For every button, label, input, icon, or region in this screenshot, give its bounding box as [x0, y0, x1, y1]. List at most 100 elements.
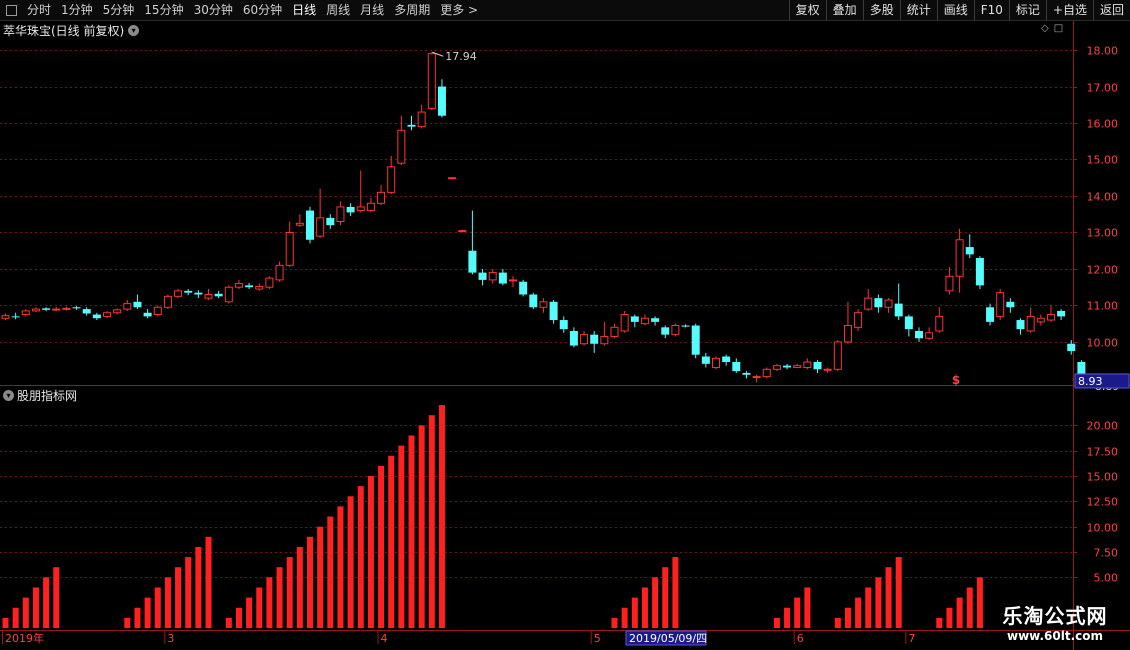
candle-body-up [153, 306, 162, 316]
date-tick-label: 6 [797, 632, 804, 645]
chart-axes: 18.00 17.00 16.00 15.00 14.00 13.00 12.00 11.00… [2, 45, 1130, 646]
indicator-bar [855, 597, 862, 628]
watermark: 乐淘公式网 www.60lt.com [985, 604, 1125, 648]
price-tick-label: 15.00 [1087, 154, 1119, 167]
indicator-bar [966, 587, 973, 628]
candle-body-up [204, 294, 213, 299]
indicator-bar [804, 587, 811, 628]
indicator-bar [32, 587, 39, 628]
candle-body-up [336, 206, 345, 223]
indicator-bar-series [2, 405, 983, 628]
indicator-bar [124, 617, 131, 628]
watermark-title: 乐淘公式网 [1002, 604, 1108, 628]
candle-body-up [580, 334, 589, 345]
indicator-bar [794, 597, 801, 628]
candle-body-up [600, 335, 609, 345]
high-price-label: 17.94 [445, 50, 477, 63]
candle-body-up [1026, 315, 1035, 332]
candle-body-up [174, 290, 183, 297]
indicator-bar [641, 587, 648, 628]
indicator-bar [225, 617, 232, 628]
candle-body-down [82, 309, 91, 314]
candle-body-down [437, 86, 446, 116]
candle-body-up [52, 308, 61, 311]
candle-body-down [549, 301, 558, 321]
candle-body-down [519, 281, 528, 295]
indicator-tick-label: 20.00 [1087, 420, 1119, 433]
indicator-bar [621, 607, 628, 628]
indicator-bar [164, 577, 171, 628]
indicator-bar [388, 455, 395, 628]
candle-body-up [234, 283, 243, 288]
candle-body-up [255, 285, 264, 290]
candle-body-up [488, 272, 497, 281]
indicator-bar [865, 587, 872, 628]
price-tick-label: 16.00 [1087, 118, 1119, 131]
candle-body-down [468, 250, 477, 273]
candle-body-up [397, 129, 406, 164]
indicator-bar [12, 607, 19, 628]
indicator-tick-label: 5.00 [1094, 572, 1119, 585]
indicator-bar [438, 405, 445, 628]
candle-body-up [803, 361, 812, 368]
candle-body-up [843, 325, 852, 343]
candle-body-up [640, 317, 649, 325]
indicator-tick-label: 10.00 [1087, 522, 1119, 535]
signal-mark: $ [952, 373, 960, 387]
candle-body-up [163, 295, 172, 308]
indicator-bar [276, 567, 283, 628]
candle-body-up [123, 303, 132, 310]
date-tick-label: 5 [594, 632, 601, 645]
candlestick-series [1, 52, 1086, 384]
candle-body-up [31, 308, 40, 312]
candle-body-up [275, 264, 284, 281]
indicator-bar [195, 546, 202, 628]
candle-body-up [366, 202, 375, 212]
indicator-bar [154, 587, 161, 628]
price-tick-label: 10.00 [1087, 337, 1119, 350]
indicator-bar [875, 577, 882, 628]
indicator-bar [398, 445, 405, 628]
candle-body-down [306, 210, 314, 240]
candle-body-up [935, 315, 944, 332]
indicator-bar [205, 536, 212, 628]
indicator-tick-label: 17.50 [1087, 446, 1119, 459]
candle-body-down [478, 272, 487, 280]
candle-body-down [701, 356, 710, 364]
candle-body-up [712, 357, 720, 368]
indicator-bar [286, 557, 293, 628]
candle-body-down [1057, 310, 1066, 317]
candle-body-up [62, 307, 71, 310]
indicator-bar [296, 546, 303, 628]
candle-body-down [92, 314, 101, 319]
price-tick-label: 18.00 [1087, 45, 1119, 58]
candle-body-up [610, 326, 619, 337]
indicator-bar [378, 465, 385, 628]
candle-body-down [42, 308, 51, 310]
indicator-bar [885, 567, 892, 628]
indicator-bar [53, 567, 60, 628]
candle-body-down [1067, 343, 1076, 352]
candle-body-up [1046, 314, 1055, 321]
candle-body-down [72, 307, 81, 309]
candle-body-down [630, 316, 639, 322]
indicator-bar [631, 597, 638, 628]
indicator-bar [652, 577, 659, 628]
candle-body-down [559, 320, 568, 330]
indicator-bar [2, 617, 9, 628]
candle-body-down [194, 292, 203, 295]
candle-body-down [742, 372, 751, 375]
candle-body-down [904, 316, 913, 330]
kline-chart[interactable]: 18.00 17.00 16.00 15.00 14.00 13.00 12.00 11.00… [0, 0, 1130, 650]
indicator-bar [22, 597, 29, 628]
candle-body-up [427, 53, 436, 109]
candle-body-down [732, 362, 741, 372]
candle-body-down [346, 206, 355, 213]
candle-body-up [864, 297, 873, 310]
indicator-bar [834, 617, 841, 628]
indicator-bar [327, 516, 334, 628]
indicator-bar [936, 617, 943, 628]
candle-body-up [265, 277, 274, 288]
candle-body-up [1, 315, 10, 319]
candle-body-up [1036, 317, 1045, 323]
